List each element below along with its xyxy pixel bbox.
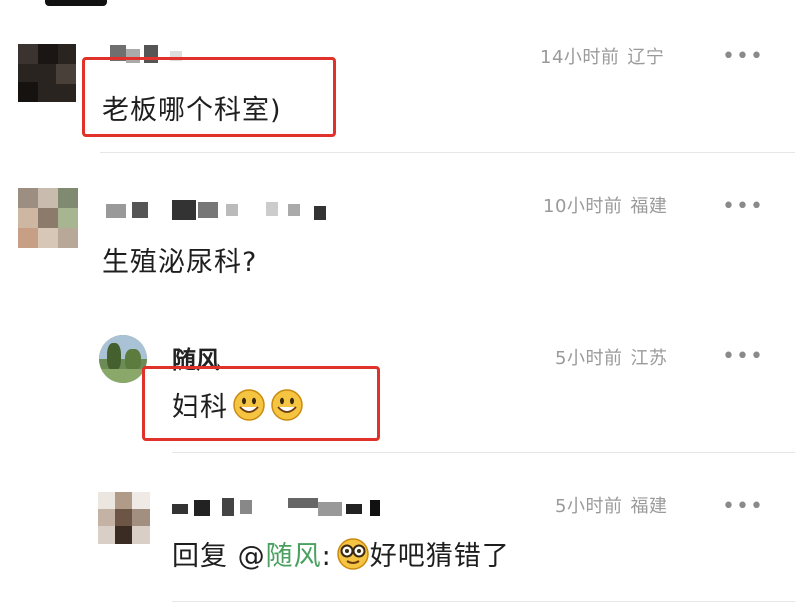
username-blurred[interactable]	[106, 200, 326, 222]
location: 辽宁	[627, 47, 665, 68]
comment-meta: 10小时前 福建	[543, 192, 667, 218]
comment-text-body: 好吧猜错了	[369, 541, 510, 572]
comment-meta: 5小时前 江苏	[555, 344, 667, 370]
reply-colon: :	[321, 541, 332, 572]
more-options-icon[interactable]: •••	[722, 46, 764, 68]
comment-text: 生殖泌尿科?	[102, 247, 258, 278]
username-blurred[interactable]	[110, 45, 210, 67]
location: 福建	[630, 496, 668, 517]
smiley-icon	[233, 389, 265, 421]
more-options-icon[interactable]: •••	[722, 196, 764, 218]
comment-4: 5小时前 福建 ••• 回复 @随风: 好吧猜错了	[0, 450, 795, 605]
location: 福建	[630, 196, 668, 217]
avatar-pixelated[interactable]	[18, 44, 76, 102]
comment-text: 妇科	[172, 385, 304, 424]
comment-text-body: 妇科	[172, 392, 228, 423]
comment-3: 随风 5小时前 江苏 ••• 妇科	[0, 300, 795, 450]
mention-link[interactable]: 随风	[266, 541, 322, 572]
more-options-icon[interactable]: •••	[722, 346, 764, 368]
comment-text: 回复 @随风: 好吧猜错了	[172, 534, 510, 573]
avatar-pixelated[interactable]	[18, 188, 78, 248]
comment-meta: 14小时前 辽宁	[540, 43, 664, 69]
timestamp: 10小时前	[543, 196, 623, 217]
username-blurred[interactable]	[172, 498, 392, 520]
more-options-icon[interactable]: •••	[722, 496, 764, 518]
timestamp: 5小时前	[555, 496, 623, 517]
avatar[interactable]	[99, 335, 147, 383]
timestamp: 14小时前	[540, 47, 620, 68]
comment-1: 14小时前 辽宁 ••• 老板哪个科室)	[0, 0, 795, 150]
smiley-icon	[271, 389, 303, 421]
avatar-pixelated[interactable]	[98, 492, 150, 544]
comment-text: 老板哪个科室)	[102, 95, 282, 126]
divider	[172, 601, 795, 602]
nerd-glasses-icon	[336, 538, 369, 570]
username[interactable]: 随风	[172, 340, 220, 375]
comment-2: 10小时前 福建 ••• 生殖泌尿科?	[0, 150, 795, 300]
location: 江苏	[630, 348, 668, 369]
reply-prefix: 回复 @	[172, 541, 266, 572]
comment-meta: 5小时前 福建	[555, 492, 667, 518]
timestamp: 5小时前	[555, 348, 623, 369]
